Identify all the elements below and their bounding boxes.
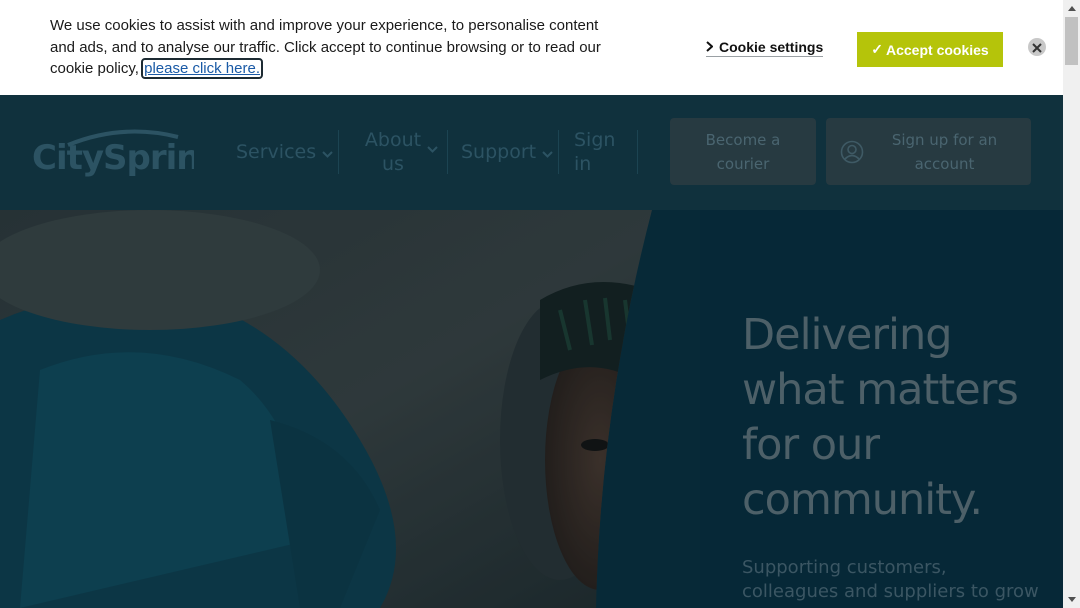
user-icon [840, 140, 864, 171]
logo-text: CitySprint [32, 138, 194, 178]
close-banner-button[interactable] [1028, 38, 1046, 56]
page-scrollbar[interactable] [1063, 0, 1080, 608]
nav-support-label: Support [461, 141, 537, 163]
cookie-message: We use cookies to assist with and improv… [50, 15, 610, 80]
chevron-down-icon [427, 146, 438, 153]
nav-sign-in[interactable]: Sign in [574, 128, 616, 176]
cookie-settings-label: Cookie settings [719, 39, 824, 55]
nav-divider [447, 130, 448, 174]
cookie-banner: We use cookies to assist with and improv… [0, 0, 1063, 95]
close-icon [1032, 38, 1042, 57]
nav-sign-in-label: Sign in [574, 129, 616, 175]
nav-about-us[interactable]: About us [358, 128, 428, 176]
nav-support[interactable]: Support [461, 141, 553, 163]
accept-cookies-label: Accept cookies [886, 41, 989, 58]
check-icon: ✓ [871, 41, 883, 57]
cookie-message-text: We use cookies to assist with and improv… [50, 17, 601, 77]
nav-about-label: About us [364, 129, 422, 175]
accept-cookies-button[interactable]: ✓ Accept cookies [857, 32, 1003, 67]
hero-photo [0, 210, 700, 608]
scroll-down-icon[interactable] [1063, 591, 1080, 608]
nav-services-label: Services [236, 141, 317, 163]
sign-up-button[interactable]: Sign up for an account [826, 118, 1031, 185]
citysprint-logo[interactable]: CitySprint [32, 125, 216, 180]
chevron-right-icon [706, 39, 714, 55]
chevron-down-icon [542, 141, 553, 163]
scroll-up-icon[interactable] [1063, 0, 1080, 17]
become-courier-label: Become a courier [705, 130, 781, 173]
chevron-down-icon [322, 141, 333, 163]
nav-divider [338, 130, 339, 174]
hero-title: Delivering what matters for our communit… [742, 310, 1019, 525]
cookie-policy-link[interactable]: please click here. [141, 58, 264, 79]
become-courier-button[interactable]: Become a courier [670, 118, 816, 185]
hero-subtitle: Supporting customers, colleagues and sup… [742, 557, 1039, 602]
sign-up-label: Sign up for an account [891, 130, 998, 173]
nav-divider [637, 130, 638, 174]
nav-divider [558, 130, 559, 174]
nav-services[interactable]: Services [236, 141, 333, 163]
cookie-settings-link[interactable]: Cookie settings [706, 39, 824, 57]
scroll-thumb[interactable] [1065, 17, 1078, 65]
